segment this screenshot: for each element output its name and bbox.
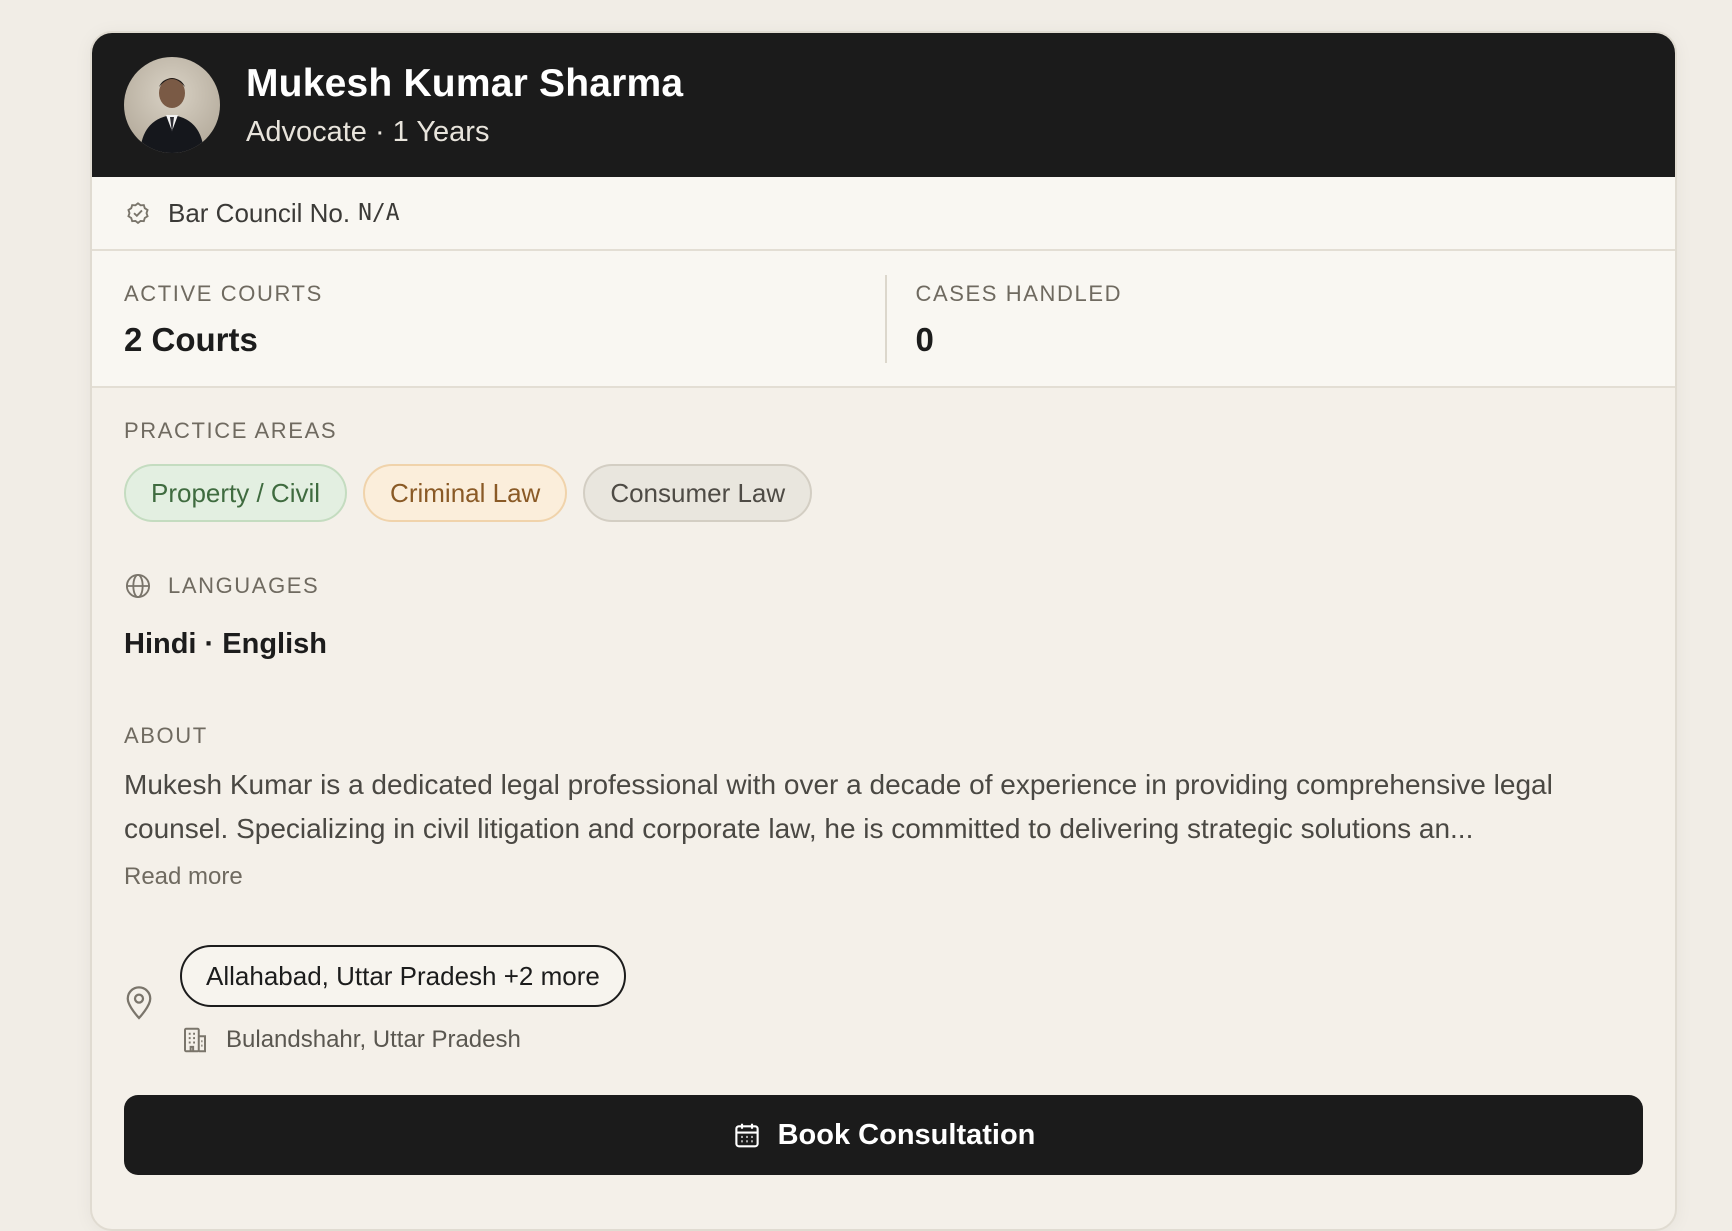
stats-row: ACTIVE COURTS 2 Courts CASES HANDLED 0 <box>92 251 1675 388</box>
practice-area-tag[interactable]: Consumer Law <box>583 464 813 522</box>
languages-value: Hindi · English <box>124 628 327 660</box>
active-courts-stat: ACTIVE COURTS 2 Courts <box>92 251 884 386</box>
court-row: Bulandshahr, Uttar Pradesh <box>180 1025 626 1055</box>
verified-badge-icon <box>124 199 152 227</box>
lawyer-subtitle: Advocate · 1 Years <box>246 115 490 148</box>
profile-body: PRACTICE AREAS Property / Civil Criminal… <box>92 388 1675 1055</box>
bar-council-row: Bar Council No. N/A <box>92 177 1675 251</box>
practice-areas-list: Property / Civil Criminal Law Consumer L… <box>124 464 1675 522</box>
practice-area-tag[interactable]: Criminal Law <box>363 464 568 522</box>
cases-handled-stat: CASES HANDLED 0 <box>884 251 1676 386</box>
active-courts-value: 2 Courts <box>124 321 258 358</box>
stats-divider <box>885 275 887 363</box>
avatar <box>124 57 220 153</box>
cases-handled-label: CASES HANDLED <box>915 281 1123 306</box>
about-label: ABOUT <box>124 723 208 748</box>
bar-council-label: Bar Council No. <box>168 197 351 228</box>
book-consultation-label: Book Consultation <box>777 1118 1036 1151</box>
lawyer-name: Mukesh Kumar Sharma <box>246 61 684 105</box>
building-icon <box>180 1025 210 1055</box>
read-more-link[interactable]: Read more <box>124 863 243 891</box>
bar-council-value: N/A <box>358 200 400 226</box>
about-text: Mukesh Kumar is a dedicated legal profes… <box>124 769 1553 844</box>
location-block: Allahabad, Uttar Pradesh +2 more Bulands… <box>124 945 1675 1055</box>
profile-header: Mukesh Kumar Sharma Advocate · 1 Years <box>92 33 1675 177</box>
book-consultation-button[interactable]: Book Consultation <box>124 1095 1643 1175</box>
languages-label: LANGUAGES <box>168 573 320 598</box>
active-courts-label: ACTIVE COURTS <box>124 281 323 306</box>
cases-handled-value: 0 <box>915 321 934 358</box>
practice-areas-label: PRACTICE AREAS <box>124 418 338 443</box>
practice-area-tag[interactable]: Property / Civil <box>124 464 348 522</box>
calendar-icon <box>732 1120 762 1150</box>
languages-header: LANGUAGES <box>124 572 1675 600</box>
lawyer-profile-card: Mukesh Kumar Sharma Advocate · 1 Years B… <box>90 31 1677 1231</box>
court-location: Bulandshahr, Uttar Pradesh <box>226 1026 521 1053</box>
globe-icon <box>124 572 152 600</box>
location-pill[interactable]: Allahabad, Uttar Pradesh +2 more <box>180 945 626 1007</box>
map-pin-icon <box>124 985 154 1021</box>
